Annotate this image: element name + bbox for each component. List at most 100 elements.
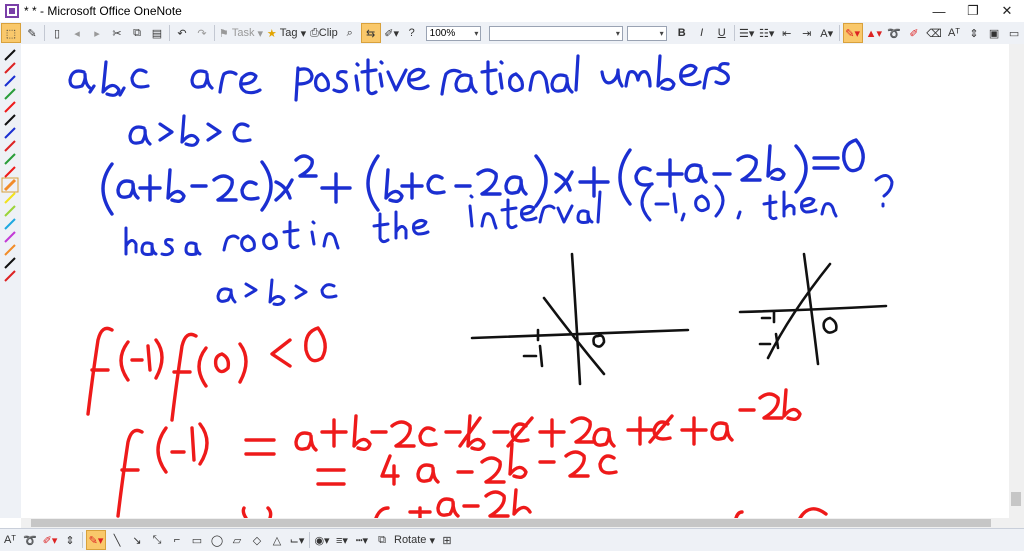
scroll-thumb[interactable] [1011, 492, 1021, 506]
pen-swatch-icon[interactable] [4, 218, 16, 230]
pen-swatch-icon[interactable] [4, 192, 16, 204]
task-label: Task [231, 27, 255, 39]
horizontal-scrollbar[interactable] [21, 518, 1009, 528]
separator [309, 532, 310, 548]
font-select[interactable]: ▾ [489, 25, 623, 41]
app-icon[interactable] [4, 3, 20, 19]
diamond-icon[interactable]: ◇ [248, 531, 266, 549]
pen-swatch-icon[interactable] [4, 62, 16, 74]
rotate-label: Rotate [394, 534, 427, 546]
help-icon[interactable]: ? [403, 24, 421, 42]
research-icon[interactable]: ⌕ [341, 24, 359, 42]
separator [214, 25, 215, 41]
increase-indent-icon[interactable]: ⇥ [798, 24, 816, 42]
rectangle-icon[interactable]: ▭ [188, 531, 206, 549]
underline-button[interactable]: U [713, 24, 731, 42]
clip-label: Clip [318, 27, 338, 39]
ellipse-icon[interactable]: ◯ [208, 531, 226, 549]
line-style-icon[interactable]: ┅▾ [353, 531, 371, 549]
text-mode-icon[interactable]: Aᵀ [1, 531, 19, 549]
arrow-icon[interactable]: ↘ [128, 531, 146, 549]
pen-swatch-icon[interactable] [4, 205, 16, 217]
italic-button[interactable]: I [693, 24, 711, 42]
decrease-indent-icon[interactable]: ⇤ [778, 24, 796, 42]
connector-icon[interactable]: ⌙▾ [288, 531, 306, 549]
highlighter-icon[interactable]: ✎▾ [842, 23, 863, 43]
styles-icon[interactable]: A▾ [818, 24, 836, 42]
pen-tool-icon[interactable]: ✐ [905, 24, 923, 42]
pen-swatch-icon[interactable] [4, 257, 16, 269]
paste-icon[interactable]: ▤ [148, 24, 166, 42]
cut-icon[interactable]: ✂ [108, 24, 126, 42]
bullets-icon[interactable]: ☰▾ [738, 24, 756, 42]
font-size-select[interactable]: ▾ [626, 25, 667, 41]
ink-line-5 [216, 278, 338, 306]
handwritten-ink[interactable] [21, 44, 1009, 518]
pen-color-icon[interactable]: ✎▾ [86, 530, 106, 550]
chevron-down-icon: ▾ [659, 28, 664, 38]
back-icon[interactable]: ◂ [68, 24, 86, 42]
highlight-mode-icon[interactable]: ⇆ [360, 23, 381, 43]
parallelogram-icon[interactable]: ▱ [228, 531, 246, 549]
eraser-icon[interactable]: ⌫ [925, 24, 943, 42]
scroll-thumb[interactable] [31, 519, 991, 527]
forward-icon[interactable]: ▸ [88, 24, 106, 42]
undo-icon[interactable]: ↶ [173, 24, 191, 42]
separator [169, 25, 170, 41]
redo-icon[interactable]: ↷ [193, 24, 211, 42]
fill-color-icon[interactable]: ◉▾ [313, 531, 331, 549]
restore-button[interactable]: ❐ [956, 0, 990, 22]
pen-swatch-icon[interactable] [4, 49, 16, 61]
ink-graph-1 [470, 252, 690, 386]
pen-swatch-icon[interactable] [4, 166, 16, 178]
clip-icon: ⎙ [309, 26, 319, 39]
double-arrow-icon[interactable]: ⤡ [148, 531, 166, 549]
group-icon[interactable]: ⊞ [438, 531, 456, 549]
tag-button[interactable]: ★ Tag ▾ [266, 24, 307, 42]
numbering-icon[interactable]: ☷▾ [758, 24, 776, 42]
insert-space-icon[interactable]: ⇕ [965, 24, 983, 42]
close-button[interactable]: ✕ [990, 0, 1024, 22]
pen-swatch-icon[interactable] [4, 231, 16, 243]
pen-swatch-icon[interactable] [4, 114, 16, 126]
font-color-icon[interactable]: ▲▾ [865, 24, 883, 42]
axis-icon[interactable]: ⌐ [168, 531, 186, 549]
clip-button[interactable]: ⎙ Clip [309, 24, 339, 42]
pen-swatch-icon[interactable] [4, 127, 16, 139]
triangle-icon[interactable]: △ [268, 531, 286, 549]
vertical-scrollbar[interactable] [1009, 44, 1024, 528]
full-page-icon[interactable]: ▭ [1005, 24, 1023, 42]
zoom-select[interactable]: 100% ▾ [425, 25, 482, 41]
arrange-icon[interactable]: ⧉ [373, 531, 391, 549]
select-icon[interactable]: ⬚ [1, 23, 21, 43]
tag-label: Tag [279, 27, 298, 39]
lasso-icon[interactable]: ➰ [885, 24, 903, 42]
text-mode-icon[interactable]: Aᵀ [945, 24, 963, 42]
pen-swatch-icon[interactable] [4, 140, 16, 152]
line-icon[interactable]: ╲ [108, 531, 126, 549]
note-canvas[interactable] [21, 44, 1009, 518]
pen-swatch-icon[interactable] [4, 244, 16, 256]
copy-icon[interactable]: ⧉ [128, 24, 146, 42]
lasso-icon[interactable]: ➰ [21, 531, 39, 549]
separator [44, 25, 45, 41]
pen-swatch-icon[interactable] [4, 101, 16, 113]
view-icon[interactable]: ▣ [985, 24, 1003, 42]
pen-swatch-icon[interactable] [4, 75, 16, 87]
pen-swatch-icon[interactable] [4, 88, 16, 100]
pen-tool-icon[interactable]: ✐▾ [41, 531, 59, 549]
rotate-button[interactable]: Rotate ▾ [393, 531, 436, 549]
pen-swatch-icon[interactable] [4, 270, 16, 282]
pen-swatch-icon[interactable] [4, 153, 16, 165]
ink-line-2 [128, 114, 252, 147]
title-bar: * * - Microsoft Office OneNote — ❐ ✕ [0, 0, 1024, 22]
minimize-button[interactable]: — [922, 0, 956, 22]
line-weight-icon[interactable]: ≡▾ [333, 531, 351, 549]
task-button[interactable]: ⚑ Task ▾ [218, 24, 264, 42]
pen-swatch-icon[interactable] [3, 178, 17, 192]
pen-dropdown-icon[interactable]: ✐▾ [383, 24, 401, 42]
bold-button[interactable]: B [673, 24, 691, 42]
insert-space-icon[interactable]: ⇕ [61, 531, 79, 549]
pen-icon[interactable]: ✎ [23, 24, 41, 42]
new-page-icon[interactable]: ▯ [48, 24, 66, 42]
